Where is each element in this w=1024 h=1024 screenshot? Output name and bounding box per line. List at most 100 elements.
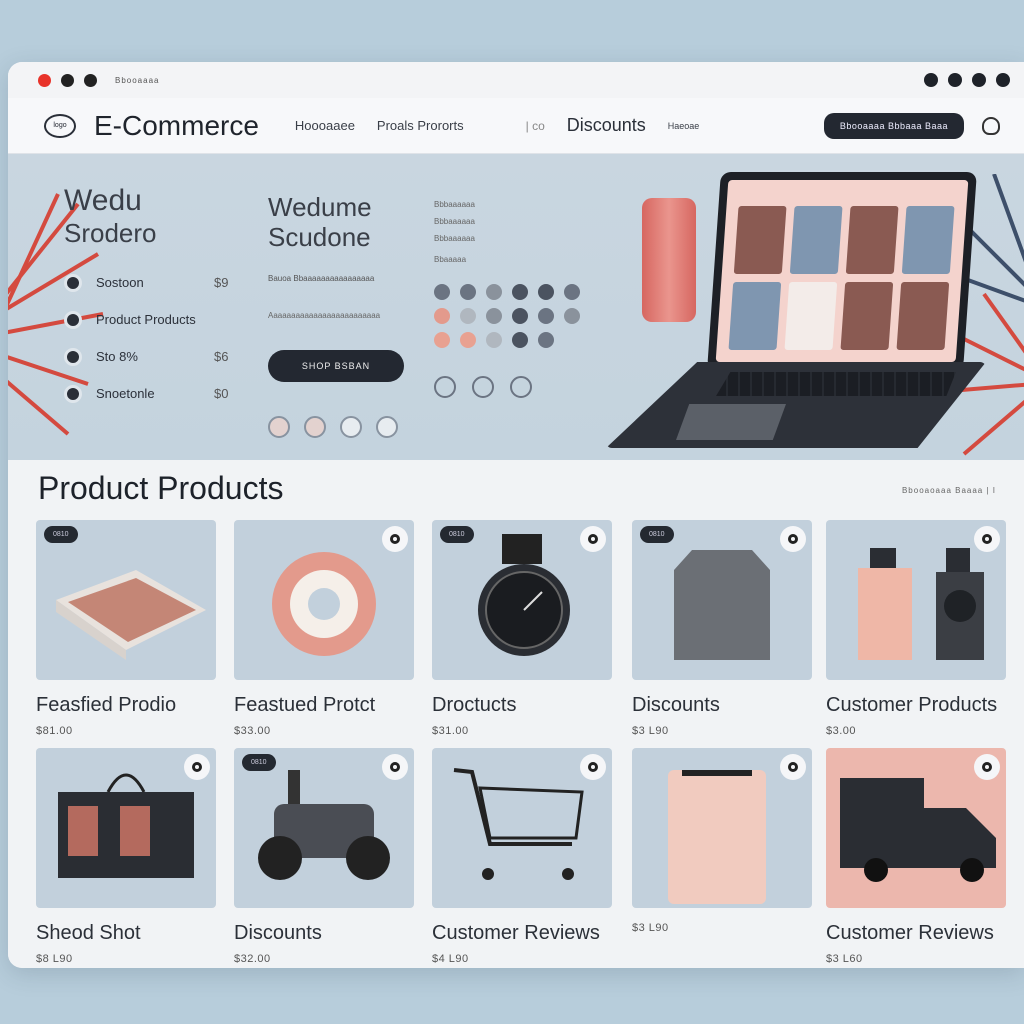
shop-now-button[interactable]: SHOP BSBAN bbox=[268, 350, 404, 382]
product-card[interactable]: Feastued Protct $33.00 bbox=[234, 520, 414, 737]
nav-item-products[interactable]: Proals Prororts bbox=[377, 118, 464, 133]
product-image-bottles[interactable] bbox=[826, 520, 1006, 680]
swatch[interactable] bbox=[434, 332, 450, 348]
favorite-button[interactable] bbox=[974, 754, 1000, 780]
product-card[interactable]: 0810 Discounts $32.00 bbox=[234, 748, 414, 965]
product-name[interactable]: Droctucts bbox=[432, 694, 612, 717]
close-window-button[interactable] bbox=[38, 73, 51, 87]
hero-column-3: Bbbaaaaaa Bbbaaaaaa Bbbaaaaaa Bbaaaaa bbox=[434, 200, 590, 398]
product-image-watch[interactable]: 0810 bbox=[432, 520, 612, 680]
hero3-line: Bbaaaaa bbox=[434, 255, 467, 264]
favorite-button[interactable] bbox=[184, 754, 210, 780]
eye-icon[interactable] bbox=[472, 376, 494, 398]
product-price: $4 L90 bbox=[432, 953, 469, 965]
product-name[interactable]: Customer Reviews bbox=[826, 922, 1006, 945]
product-card[interactable]: 0810 Droctucts $31.00 bbox=[432, 520, 612, 737]
product-card[interactable]: Customer Reviews $3 L60 bbox=[826, 748, 1006, 965]
product-name[interactable]: Discounts bbox=[234, 922, 414, 945]
product-card[interactable]: Customer Products $3.00 bbox=[826, 520, 1006, 737]
eye-icon[interactable] bbox=[510, 376, 532, 398]
swatch[interactable] bbox=[512, 332, 528, 348]
hero2-title-line1: Wedume bbox=[268, 192, 372, 222]
hero-menu-item[interactable]: Sostoon $9 bbox=[64, 264, 228, 301]
swatch[interactable] bbox=[460, 284, 476, 300]
favorite-button[interactable] bbox=[780, 754, 806, 780]
product-card[interactable]: 0810 Discounts $3 L90 bbox=[632, 520, 812, 737]
favorite-button[interactable] bbox=[580, 754, 606, 780]
product-name[interactable]: Customer Products bbox=[826, 694, 1006, 717]
brand-name[interactable]: E-Commerce bbox=[94, 110, 259, 142]
swatch[interactable] bbox=[486, 308, 502, 324]
minimize-window-button[interactable] bbox=[61, 73, 74, 87]
product-name[interactable]: Feasfied Prodio bbox=[36, 694, 216, 717]
swatch[interactable] bbox=[434, 284, 450, 300]
heart-icon bbox=[982, 762, 992, 772]
favorite-button[interactable] bbox=[382, 754, 408, 780]
hero-menu-item[interactable]: Sto 8% $6 bbox=[64, 338, 228, 375]
product-name[interactable]: Discounts bbox=[632, 694, 812, 717]
product-image-robot-vehicle[interactable]: 0810 bbox=[234, 748, 414, 908]
circle-option-icon[interactable] bbox=[304, 416, 326, 438]
product-card[interactable]: Sheod Shot $8 L90 bbox=[36, 748, 216, 965]
maximize-window-button[interactable] bbox=[84, 73, 97, 87]
nav-item-home[interactable]: Hoooaaee bbox=[295, 118, 355, 133]
favorite-button[interactable] bbox=[780, 526, 806, 552]
hero-menu-label: Product Products bbox=[96, 312, 196, 327]
header-cta-button[interactable]: Bbooaaaa Bbbaaa Baaa bbox=[823, 112, 964, 139]
product-image-chocolate-box[interactable]: 0810 bbox=[36, 520, 216, 680]
swatch[interactable] bbox=[434, 308, 450, 324]
favorite-button[interactable] bbox=[974, 526, 1000, 552]
swatch[interactable] bbox=[460, 308, 476, 324]
hero2-title-line2: Scudone bbox=[268, 222, 371, 252]
circle-option-icon[interactable] bbox=[376, 416, 398, 438]
product-price: $8 L90 bbox=[36, 953, 73, 965]
hero-menu-item[interactable]: Product Products bbox=[64, 301, 196, 338]
swatch[interactable] bbox=[486, 332, 502, 348]
heart-icon bbox=[390, 762, 400, 772]
products-meta[interactable]: Bbooaoaaa Baaaa | I bbox=[902, 486, 996, 495]
product-image-tape-roll[interactable] bbox=[234, 520, 414, 680]
product-image-phone[interactable] bbox=[632, 748, 812, 908]
favorite-button[interactable] bbox=[382, 526, 408, 552]
swatch[interactable] bbox=[512, 308, 528, 324]
product-name[interactable]: Customer Reviews bbox=[432, 922, 612, 945]
swatch[interactable] bbox=[564, 308, 580, 324]
swatch[interactable] bbox=[486, 284, 502, 300]
swatch[interactable] bbox=[538, 284, 554, 300]
swatch[interactable] bbox=[460, 332, 476, 348]
product-card[interactable]: 0810 Feasfied Prodio $81.00 bbox=[36, 520, 216, 737]
logo-icon[interactable]: logo bbox=[44, 113, 76, 138]
circle-option-icon[interactable] bbox=[340, 416, 362, 438]
swatch[interactable] bbox=[512, 284, 528, 300]
hero2-icon-row bbox=[268, 416, 404, 438]
user-icon[interactable] bbox=[982, 116, 1000, 135]
control-icon-4[interactable] bbox=[996, 73, 1010, 87]
product-image-shopping-bag[interactable] bbox=[36, 748, 216, 908]
heart-icon bbox=[788, 762, 798, 772]
product-image-delivery-truck[interactable] bbox=[826, 748, 1006, 908]
nav-item-discounts[interactable]: Discounts bbox=[567, 115, 646, 136]
product-image-sweater[interactable]: 0810 bbox=[632, 520, 812, 680]
circle-option-icon[interactable] bbox=[268, 416, 290, 438]
hero-menu-item[interactable]: Snoetonle $0 bbox=[64, 375, 228, 412]
product-name[interactable]: Feastued Protct bbox=[234, 694, 414, 717]
heart-icon bbox=[788, 534, 798, 544]
product-price: $81.00 bbox=[36, 725, 73, 737]
control-icon-2[interactable] bbox=[948, 73, 962, 87]
eye-icon[interactable] bbox=[434, 376, 456, 398]
hero3-line: Bbbaaaaaa bbox=[434, 234, 475, 243]
product-card[interactable]: $3 L90 bbox=[632, 748, 812, 934]
control-icon-3[interactable] bbox=[972, 73, 986, 87]
swatch[interactable] bbox=[564, 284, 580, 300]
product-card[interactable]: Customer Reviews $4 L90 bbox=[432, 748, 612, 965]
product-name[interactable]: Sheod Shot bbox=[36, 922, 216, 945]
product-price: $3 L90 bbox=[632, 725, 669, 737]
favorite-button[interactable] bbox=[580, 526, 606, 552]
swatch[interactable] bbox=[538, 308, 554, 324]
control-icon-1[interactable] bbox=[924, 73, 938, 87]
heart-icon bbox=[982, 534, 992, 544]
nav-item-more[interactable]: Haeoae bbox=[668, 121, 700, 131]
product-image-shopping-cart[interactable] bbox=[432, 748, 612, 908]
swatch[interactable] bbox=[538, 332, 554, 348]
screen-thumbnail bbox=[784, 282, 838, 350]
